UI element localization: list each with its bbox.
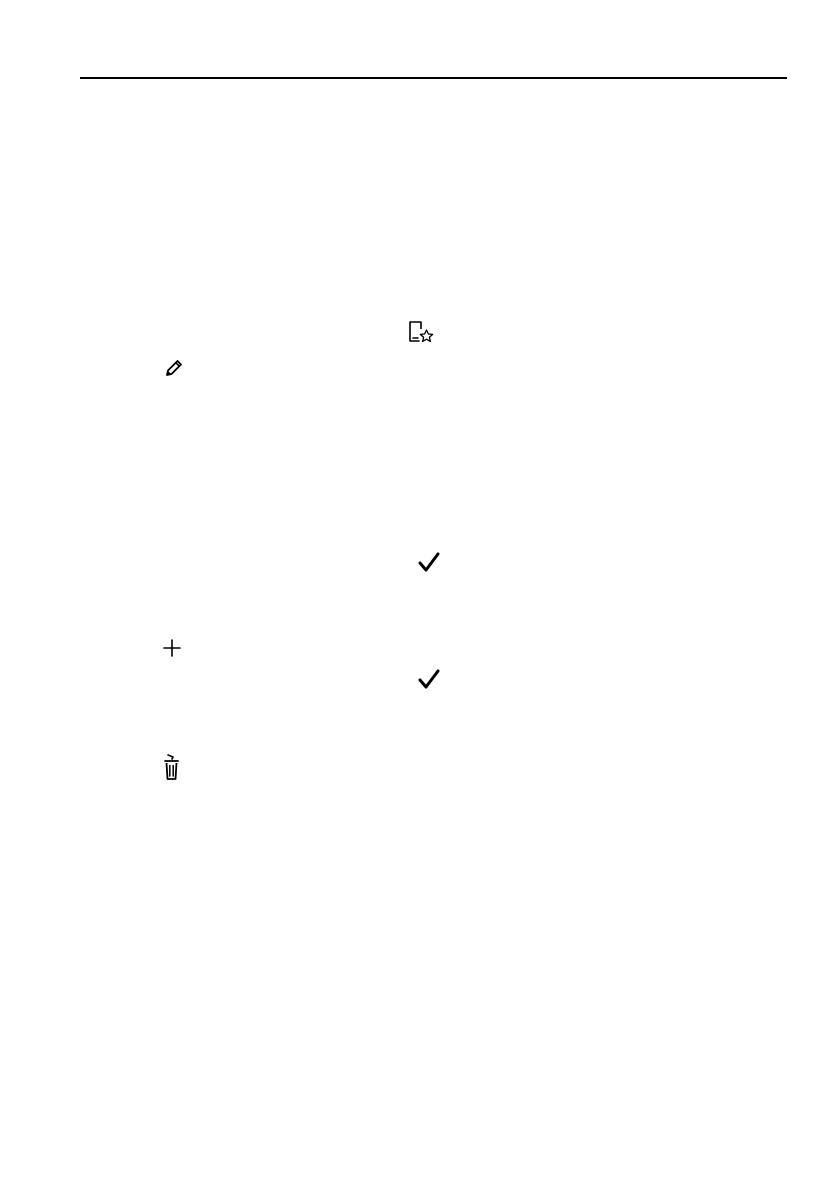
add-to-favorites-icon <box>406 321 436 345</box>
header-divider <box>80 77 787 79</box>
trash-can-icon <box>162 754 182 784</box>
pencil-edit-icon <box>163 357 185 379</box>
checkmark-icon <box>418 552 442 574</box>
plus-icon <box>163 639 181 657</box>
checkmark-icon <box>418 669 442 691</box>
